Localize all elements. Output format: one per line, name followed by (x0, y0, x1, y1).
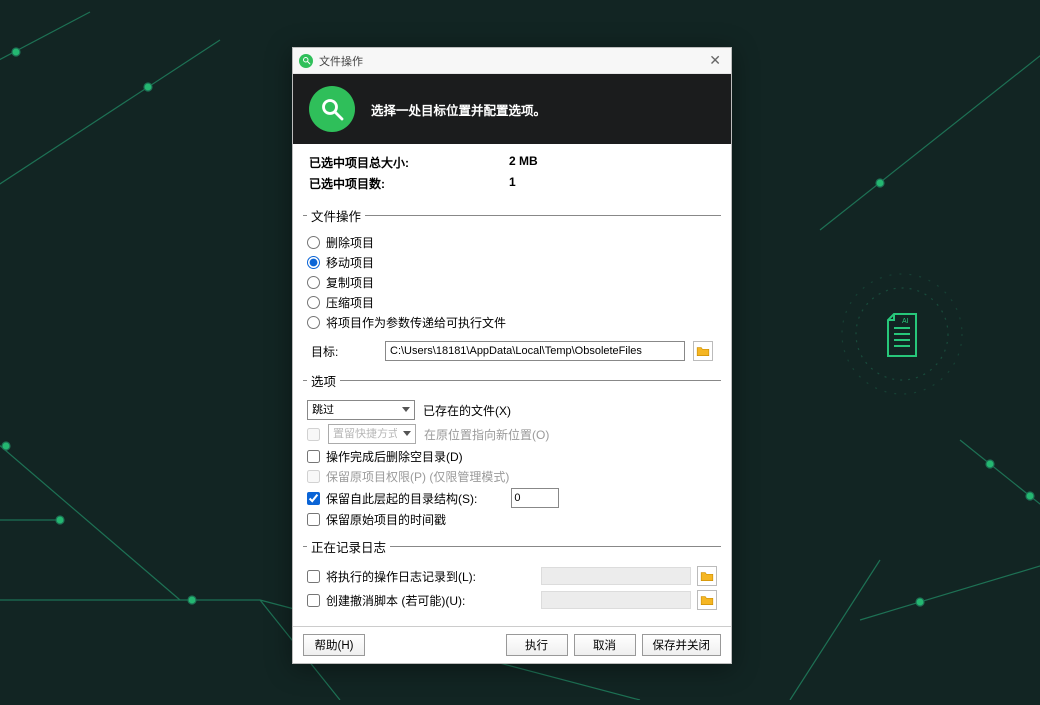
existing-file-label: 已存在的文件(X) (423, 402, 511, 419)
header-instruction: 选择一处目标位置并配置选项。 (371, 100, 546, 119)
target-path-input[interactable] (385, 341, 685, 361)
keep-structure-label[interactable]: 保留自此层起的目录结构(S): (326, 490, 477, 507)
undo-script-label[interactable]: 创建撤消脚本 (若可能)(U): (326, 592, 465, 609)
radio-copy[interactable] (307, 276, 320, 289)
cancel-button[interactable]: 取消 (574, 634, 636, 656)
dialog-header: 选择一处目标位置并配置选项。 (293, 74, 731, 144)
shortcut-checkbox (307, 428, 320, 441)
radio-move[interactable] (307, 256, 320, 269)
logging-group: 正在记录日志 将执行的操作日志记录到(L): 创建撤消脚本 (若可能)(U): (303, 537, 721, 616)
total-size-label: 已选中项目总大小: (309, 154, 509, 171)
radio-delete[interactable] (307, 236, 320, 249)
structure-level-input[interactable] (511, 488, 559, 508)
close-icon[interactable]: ✕ (705, 52, 725, 69)
search-icon (309, 86, 355, 132)
app-icon (299, 54, 313, 68)
target-label: 目标: (311, 343, 377, 360)
shortcut-label: 在原位置指向新位置(O) (424, 426, 549, 443)
dialog-footer: 帮助(H) 执行 取消 保存并关闭 (293, 626, 731, 663)
keep-timestamp-label[interactable]: 保留原始项目的时间戳 (326, 511, 446, 528)
file-operation-legend: 文件操作 (307, 206, 365, 225)
options-group: 选项 跳过 已存在的文件(X) 置留快捷方式 在原位置指向新位置(O) 操作完成… (303, 371, 721, 533)
browse-log-path-button[interactable] (697, 566, 717, 586)
help-button[interactable]: 帮助(H) (303, 634, 365, 656)
radio-compress-label[interactable]: 压缩项目 (326, 294, 374, 311)
total-size-value: 2 MB (509, 154, 538, 171)
log-operations-label[interactable]: 将执行的操作日志记录到(L): (326, 568, 476, 585)
titlebar: 文件操作 ✕ (293, 48, 731, 74)
shortcut-mode-select: 置留快捷方式 (328, 424, 416, 444)
log-path-display (541, 567, 691, 585)
undo-script-checkbox[interactable] (307, 594, 320, 607)
delete-empty-dirs-label[interactable]: 操作完成后删除空目录(D) (326, 448, 463, 465)
execute-button[interactable]: 执行 (506, 634, 568, 656)
svg-text:AI: AI (902, 318, 909, 325)
radio-copy-label[interactable]: 复制项目 (326, 274, 374, 291)
radio-pass-to-exe-label[interactable]: 将项目作为参数传递给可执行文件 (326, 314, 506, 331)
keep-timestamp-checkbox[interactable] (307, 513, 320, 526)
existing-file-action-select[interactable]: 跳过 (307, 400, 415, 420)
file-operation-dialog: 文件操作 ✕ 选择一处目标位置并配置选项。 已选中项目总大小: 2 MB 已选中… (292, 47, 732, 664)
radio-pass-to-exe[interactable] (307, 316, 320, 329)
browse-target-button[interactable] (693, 341, 713, 361)
item-count-value: 1 (509, 175, 516, 192)
delete-empty-dirs-checkbox[interactable] (307, 450, 320, 463)
radio-move-label[interactable]: 移动项目 (326, 254, 374, 271)
save-close-button[interactable]: 保存并关闭 (642, 634, 722, 656)
browse-undo-path-button[interactable] (697, 590, 717, 610)
radio-compress[interactable] (307, 296, 320, 309)
log-operations-checkbox[interactable] (307, 570, 320, 583)
file-operation-group: 文件操作 删除项目 移动项目 复制项目 压缩项目 将项目作为参数传递给可执行文件… (303, 206, 721, 367)
window-title: 文件操作 (319, 53, 363, 69)
logging-legend: 正在记录日志 (307, 537, 390, 556)
keep-permissions-label: 保留原项目权限(P) (仅限管理模式) (326, 468, 509, 485)
selection-summary: 已选中项目总大小: 2 MB 已选中项目数: 1 (293, 144, 731, 202)
keep-structure-checkbox[interactable] (307, 492, 320, 505)
radio-delete-label[interactable]: 删除项目 (326, 234, 374, 251)
item-count-label: 已选中项目数: (309, 175, 509, 192)
keep-permissions-checkbox (307, 470, 320, 483)
options-legend: 选项 (307, 371, 340, 390)
undo-path-display (541, 591, 691, 609)
